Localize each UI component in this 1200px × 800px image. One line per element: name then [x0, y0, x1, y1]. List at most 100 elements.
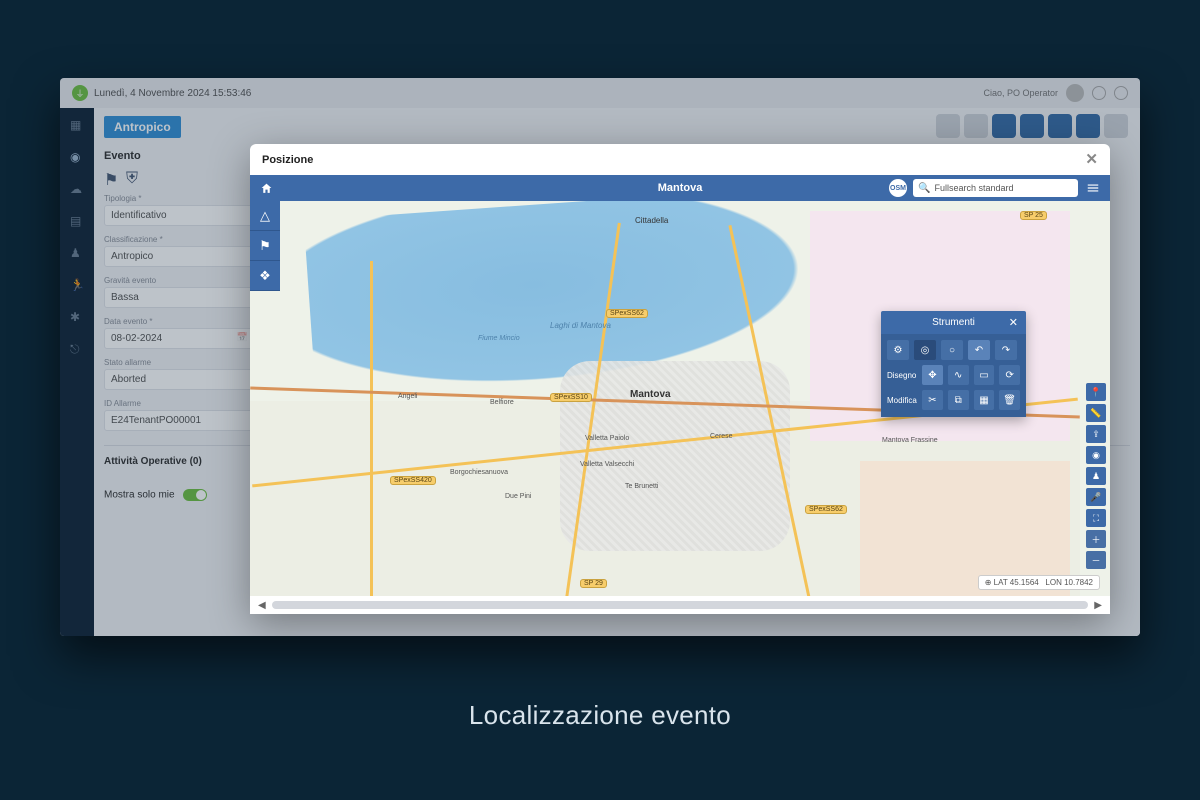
strip-globe-icon[interactable]: ◉ — [1086, 446, 1106, 464]
strip-expand-icon[interactable]: ⛶ — [1086, 509, 1106, 527]
tool-circle-icon[interactable]: ○ — [941, 340, 963, 360]
event-form: Tipologia * Identificativo Classificazion… — [104, 194, 254, 431]
draw-move-icon[interactable]: ✥ — [922, 365, 943, 385]
classificazione-input[interactable]: Antropico — [104, 246, 254, 267]
strip-person-icon[interactable]: ♟ — [1086, 467, 1106, 485]
map-topbar: Mantova OSM 🔍 Fullsearch standard — [250, 175, 1110, 201]
map-tool-alert-icon[interactable]: △ — [250, 201, 280, 231]
scroll-track[interactable] — [272, 601, 1089, 609]
row-modifica-label: Modifica — [887, 396, 917, 405]
zoom-out-button[interactable]: － — [1086, 551, 1106, 569]
menu-icon[interactable] — [1084, 179, 1102, 197]
edit-grid-icon[interactable]: ▦ — [974, 390, 995, 410]
user-name: Ciao, PO Operator — [983, 88, 1058, 98]
lake-label: Laghi di Mantova — [550, 321, 611, 330]
draw-rect-icon[interactable]: ▭ — [974, 365, 995, 385]
toolbar-blue-4[interactable] — [1076, 114, 1100, 138]
location-pin-icon[interactable] — [1092, 86, 1106, 100]
stato-allarme-label: Stato allarme — [104, 358, 254, 367]
gravita-label: Gravità evento — [104, 276, 254, 285]
place-angeli: Angeli — [398, 393, 417, 400]
nav-globe-icon[interactable]: ◉ — [70, 150, 84, 164]
edit-merge-icon[interactable]: ⧉ — [948, 390, 969, 410]
bell-icon[interactable] — [1114, 86, 1128, 100]
edit-cut-icon[interactable]: ✂ — [922, 390, 943, 410]
toolbar-grey-2[interactable] — [964, 114, 988, 138]
tool-undo-icon[interactable]: ↶ — [968, 340, 990, 360]
place-frassine: Mantova Frassine — [882, 437, 938, 444]
place-belfiore: Belfiore — [490, 399, 514, 406]
map-tool-flag-icon[interactable]: ⚑ — [250, 231, 280, 261]
toolbar-blue-1[interactable] — [992, 114, 1016, 138]
id-allarme-input[interactable]: E24TenantPO00001 — [104, 410, 254, 431]
map-coordinates: ⊕ LAT 45.1564 LON 10.7842 — [978, 575, 1100, 590]
road-label-sp420: SPexSS420 — [390, 476, 436, 485]
nav-users-icon[interactable]: ♟ — [70, 246, 84, 260]
tipologia-input[interactable]: Identificativo — [104, 205, 254, 226]
place-te-brunetti: Te Brunetti — [625, 483, 658, 490]
nav-calendar-icon[interactable]: ▤ — [70, 214, 84, 228]
home-icon[interactable] — [258, 180, 274, 196]
avatar[interactable] — [1066, 84, 1084, 102]
shield-icon[interactable]: ⛨ — [126, 170, 140, 184]
scroll-right-icon[interactable]: ▶ — [1094, 600, 1102, 611]
nav-dashboard-icon[interactable]: ▦ — [70, 118, 84, 132]
modal-horizontal-scrollbar[interactable]: ◀ ▶ — [250, 596, 1110, 614]
row-disegno-label: Disegno — [887, 371, 917, 380]
map-canvas[interactable]: SPexSS62 SPexSS10 SPexSS62 SPexSS420 SP … — [250, 201, 1110, 596]
gravita-input[interactable]: Bassa — [104, 287, 254, 308]
search-icon: 🔍 — [918, 183, 930, 194]
edit-delete-icon[interactable]: 🗑 — [999, 390, 1020, 410]
map-search-input[interactable]: 🔍 Fullsearch standard — [913, 179, 1078, 197]
map-tool-layers-icon[interactable]: ❖ — [250, 261, 280, 291]
map-title: Mantova — [658, 182, 703, 194]
toolbar-blue-2[interactable] — [1020, 114, 1044, 138]
flag-icon[interactable]: ⚑ — [104, 170, 118, 184]
data-evento-label: Data evento * — [104, 317, 254, 326]
river-label: Fiume Mincio — [478, 335, 520, 342]
modal-close-button[interactable]: ✕ — [1085, 152, 1098, 167]
nav-cloud-icon[interactable]: ☁ — [70, 182, 84, 196]
road-label-sp62a: SPexSS62 — [606, 309, 648, 318]
place-valletta-paiolo: Valletta Paiolo — [585, 435, 629, 442]
place-cerese: Cerese — [710, 433, 733, 440]
data-evento-input[interactable]: 08-02-2024 — [104, 328, 254, 349]
page-action-toolbar — [936, 114, 1128, 138]
road-label-sp10: SPexSS10 — [550, 393, 592, 402]
zoom-in-button[interactable]: ＋ — [1086, 530, 1106, 548]
stato-allarme-input[interactable]: Aborted — [104, 369, 254, 390]
draw-path-icon[interactable]: ∿ — [948, 365, 969, 385]
id-allarme-label: ID Allarme — [104, 399, 254, 408]
tool-redo-icon[interactable]: ↷ — [995, 340, 1017, 360]
show-mine-toggle[interactable] — [183, 489, 207, 501]
strip-pin-icon[interactable]: 📍 — [1086, 383, 1106, 401]
tool-target-icon[interactable]: ◎ — [914, 340, 936, 360]
classificazione-label: Classificazione * — [104, 235, 254, 244]
event-type-chip: Antropico — [104, 116, 181, 138]
modal-title: Posizione — [262, 154, 313, 166]
scroll-left-icon[interactable]: ◀ — [258, 600, 266, 611]
toolbar-grey-3[interactable] — [1104, 114, 1128, 138]
slide-caption: Localizzazione evento — [0, 700, 1200, 731]
place-due-pini: Due Pini — [505, 493, 531, 500]
tool-gear-icon[interactable]: ⚙ — [887, 340, 909, 360]
nav-cube-icon[interactable]: ✱ — [70, 310, 84, 324]
strip-share-icon[interactable]: ⇪ — [1086, 425, 1106, 443]
nav-exit-icon[interactable]: ⎋ — [70, 342, 84, 356]
tipologia-label: Tipologia * — [104, 194, 254, 203]
map-left-toolbar: △ ⚑ ❖ — [250, 201, 280, 291]
strip-mic-icon[interactable]: 🎤 — [1086, 488, 1106, 506]
strip-ruler-icon[interactable]: 📏 — [1086, 404, 1106, 422]
draw-rotate-icon[interactable]: ⟳ — [999, 365, 1020, 385]
tools-panel-close-icon[interactable]: ✕ — [1009, 316, 1018, 329]
toolbar-grey-1[interactable] — [936, 114, 960, 138]
place-borgochiesanuova: Borgochiesanuova — [450, 469, 508, 476]
road-label-sp29: SP 29 — [580, 579, 607, 588]
datetime-label: Lunedì, 4 Novembre 2024 15:53:46 — [94, 88, 251, 99]
toolbar-blue-3[interactable] — [1048, 114, 1072, 138]
road-label-sp25: SP 25 — [1020, 211, 1047, 220]
place-valletta-valsecchi: Valletta Valsecchi — [580, 461, 634, 468]
place-cittadella: Cittadella — [635, 216, 668, 225]
connection-indicator: ⏚ — [72, 85, 88, 101]
nav-run-icon[interactable]: 🏃 — [70, 278, 84, 292]
